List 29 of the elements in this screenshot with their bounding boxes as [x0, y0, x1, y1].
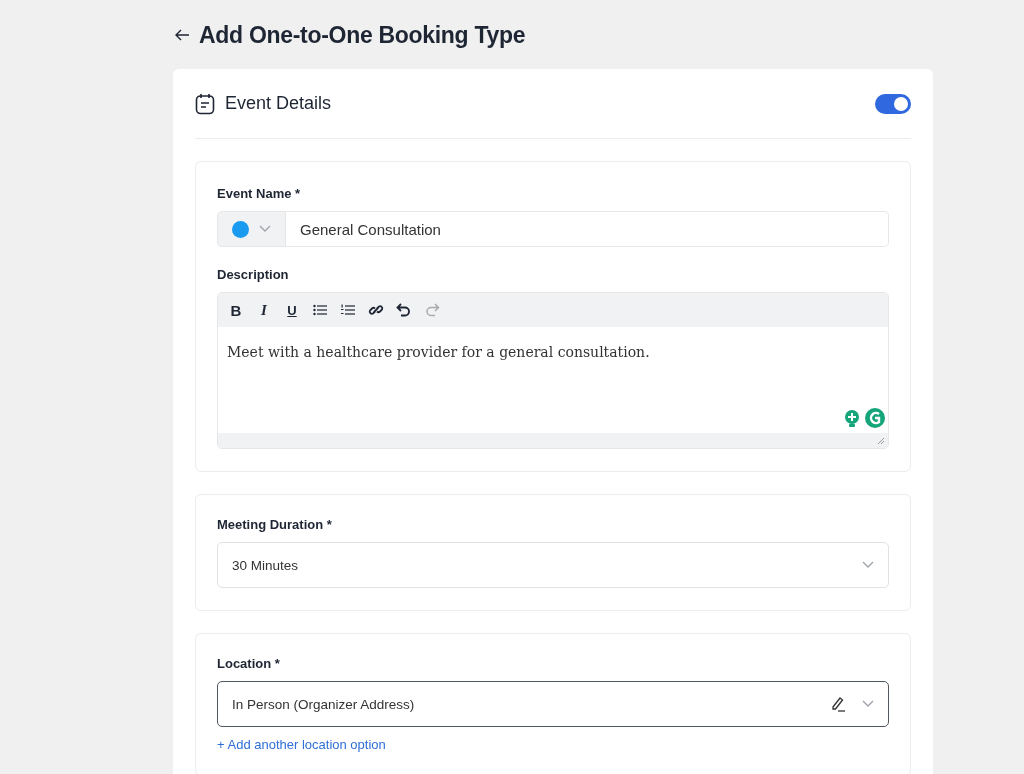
chevron-down-icon [862, 700, 874, 708]
field-label: Event Name * [217, 186, 302, 201]
input-field[interactable]: General Consultation [286, 211, 889, 247]
link-icon [368, 302, 384, 318]
field-label: Location * [217, 656, 281, 671]
bold-button[interactable]: B [224, 298, 248, 322]
chevron-down-icon [862, 561, 874, 569]
text-editor[interactable]: B I U Meet with a healthcare provider for a general consultation. [217, 292, 889, 449]
chevron-down-icon [259, 225, 271, 233]
back-arrow-icon[interactable] [175, 29, 189, 41]
add-location-link[interactable]: + Add another location option [217, 737, 386, 752]
resize-grip-icon[interactable] [877, 437, 885, 445]
redo-icon [424, 303, 440, 317]
underline-button[interactable]: U [280, 298, 304, 322]
section-title: Event Details [225, 93, 333, 114]
toggle-switch[interactable] [875, 93, 911, 114]
pencil-icon[interactable] [830, 696, 846, 712]
location-select[interactable]: In Person (Organizer Address) [217, 681, 889, 727]
undo-icon [396, 303, 412, 317]
description-text: Meet with a healthcare provider for a general consultation. [227, 344, 650, 360]
page-title: Add One-to-One Booking Type [199, 21, 526, 49]
calendar-note-icon [195, 92, 215, 115]
numbered-list-icon [341, 304, 355, 316]
field-label: Meeting Duration * [217, 517, 333, 532]
italic-button[interactable]: I [252, 298, 276, 322]
bullet-list-icon [313, 304, 327, 316]
duration-select[interactable]: 30 Minutes [217, 542, 889, 588]
color-picker[interactable] [217, 211, 286, 247]
field-label: Description [217, 267, 290, 282]
